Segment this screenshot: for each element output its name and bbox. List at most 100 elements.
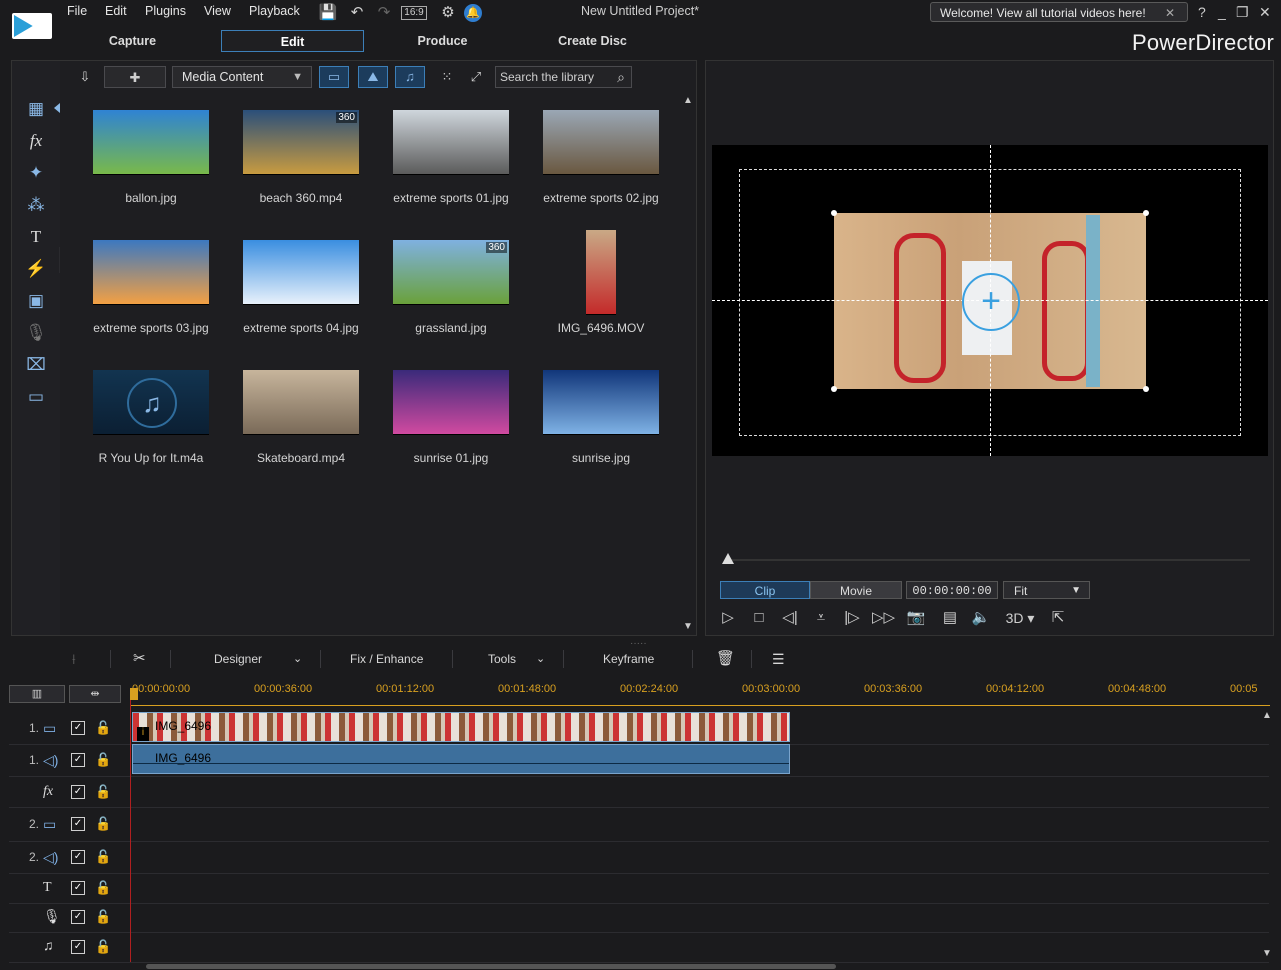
media-room-icon[interactable]: ▦ xyxy=(24,98,48,120)
chevron-down-icon[interactable]: ⌄ xyxy=(293,646,302,672)
welcome-text[interactable]: Welcome! View all tutorial videos here! xyxy=(940,6,1146,20)
snapshot-icon[interactable]: 📷 xyxy=(905,607,927,629)
minimize-icon[interactable]: _ xyxy=(1218,4,1226,20)
split-icon[interactable]: ⩡ xyxy=(810,607,832,629)
media-thumbnail[interactable] xyxy=(243,240,359,304)
edit-menu-icon[interactable]: ☰ xyxy=(772,646,785,672)
scroll-down-icon[interactable]: ▼ xyxy=(1262,948,1272,959)
volume-icon[interactable]: 🔈 xyxy=(970,607,992,629)
fx-room-icon[interactable]: fx xyxy=(24,130,48,152)
media-content-dropdown[interactable]: Media Content ▼ xyxy=(172,66,312,88)
voice-over-room-icon[interactable]: 🎙 xyxy=(24,322,48,344)
media-thumbnail[interactable] xyxy=(243,370,359,434)
media-item[interactable]: extreme sports 04.jpg xyxy=(221,240,371,350)
track-enable-checkbox[interactable]: ✓ xyxy=(71,910,85,924)
delete-icon[interactable]: 🗑 xyxy=(716,646,735,672)
timeline-track[interactable]: T ✓ 🔓 xyxy=(9,873,1269,904)
notification-icon[interactable]: 🔔 xyxy=(464,4,482,22)
timeline-track[interactable]: 🎙 ✓ 🔓 xyxy=(9,903,1269,933)
lock-icon[interactable]: 🔓 xyxy=(95,784,111,800)
media-item[interactable]: Skateboard.mp4 xyxy=(221,370,371,480)
lock-icon[interactable]: 🔓 xyxy=(95,880,111,896)
settings-icon[interactable]: ⚙ xyxy=(438,3,458,23)
timecode-display[interactable]: 00:00:00:00 xyxy=(906,581,998,599)
lock-icon[interactable]: 🔓 xyxy=(95,909,111,925)
media-thumbnail[interactable] xyxy=(93,110,209,174)
media-item[interactable]: extreme sports 01.jpg xyxy=(371,110,521,220)
resize-handle[interactable] xyxy=(1143,210,1149,216)
resize-handle[interactable] xyxy=(831,386,837,392)
designer-button[interactable]: Designer xyxy=(214,646,262,672)
filter-audio-icon[interactable]: ♫ xyxy=(395,66,425,88)
timeline-hscrollbar[interactable] xyxy=(0,962,1281,970)
menu-view[interactable]: View xyxy=(204,4,231,18)
undock-icon[interactable]: ⇱ xyxy=(1047,607,1069,629)
timeline-scrollbar[interactable]: ▲ ▼ xyxy=(1262,710,1272,962)
media-item[interactable]: ♫ R You Up for It.m4a xyxy=(71,370,221,480)
lock-icon[interactable]: 🔓 xyxy=(95,720,111,736)
subtitle-icon[interactable]: ▤ xyxy=(939,607,961,629)
zoom-fit-dropdown[interactable]: Fit ▼ xyxy=(1003,581,1090,599)
lock-icon[interactable]: 🔓 xyxy=(95,816,111,832)
fix-enhance-button[interactable]: Fix / Enhance xyxy=(350,646,423,672)
next-frame-icon[interactable]: |▷ xyxy=(841,607,863,629)
expand-icon[interactable]: ⤢ xyxy=(465,66,487,88)
lock-icon[interactable]: 🔓 xyxy=(95,849,111,865)
search-icon[interactable]: ⌕ xyxy=(617,67,625,87)
clip-mode-tab[interactable]: Clip xyxy=(720,581,810,599)
timeline-track[interactable]: fx ✓ 🔓 xyxy=(9,777,1269,808)
help-icon[interactable]: ? xyxy=(1198,4,1206,20)
timeline-ruler[interactable]: 00:00:00:00 00:00:36:00 00:01:12:00 00:01:4… xyxy=(130,683,1281,705)
redo-icon[interactable]: ↷ xyxy=(374,3,394,23)
play-icon[interactable]: ▷ xyxy=(717,607,739,629)
undo-icon[interactable]: ↶ xyxy=(347,3,367,23)
movie-mode-tab[interactable]: Movie xyxy=(810,581,902,599)
media-item[interactable]: sunrise.jpg xyxy=(521,370,671,480)
transition-room-icon[interactable]: ⚡ xyxy=(24,258,48,280)
timeline-track[interactable]: 2. ◁) ✓ 🔓 xyxy=(9,841,1269,874)
media-item[interactable]: 360 grassland.jpg xyxy=(371,240,521,350)
grid-view-icon[interactable]: ⁙ xyxy=(436,66,458,88)
scroll-up-icon[interactable]: ▲ xyxy=(1262,710,1272,721)
media-item[interactable]: extreme sports 02.jpg xyxy=(521,110,671,220)
particle-room-icon[interactable]: ⁂ xyxy=(24,194,48,216)
track-enable-checkbox[interactable]: ✓ xyxy=(71,753,85,767)
search-input[interactable]: Search the library ⌕ xyxy=(495,66,632,88)
aspect-ratio-button[interactable]: 16:9 xyxy=(401,6,427,20)
subtitle-room-icon[interactable]: ▭ xyxy=(24,386,48,408)
menu-edit[interactable]: Edit xyxy=(105,4,127,18)
lock-icon[interactable]: 🔓 xyxy=(95,939,111,955)
filter-image-icon[interactable]: ⛰ xyxy=(358,66,388,88)
tab-edit[interactable]: Edit xyxy=(221,30,364,52)
keyframe-button[interactable]: Keyframe xyxy=(603,646,654,672)
stop-icon[interactable]: □ xyxy=(748,607,770,629)
media-item[interactable]: sunrise 01.jpg xyxy=(371,370,521,480)
resize-handle[interactable] xyxy=(1143,386,1149,392)
tab-capture[interactable]: Capture xyxy=(60,30,205,52)
previous-frame-icon[interactable]: ◁| xyxy=(779,607,801,629)
pip-room-icon[interactable]: ✦ xyxy=(24,162,48,184)
track-manager-icon[interactable]: ▥ xyxy=(9,685,65,703)
media-thumbnail[interactable] xyxy=(93,240,209,304)
audio-mixing-room-icon[interactable]: ▣ xyxy=(24,290,48,312)
timeline-track[interactable]: 2. ▭ ✓ 🔓 xyxy=(9,807,1269,842)
3d-mode-button[interactable]: 3D ▾ xyxy=(1001,607,1039,629)
media-thumbnail[interactable] xyxy=(543,110,659,174)
playhead[interactable] xyxy=(130,690,131,962)
media-item[interactable]: ballon.jpg xyxy=(71,110,221,220)
menu-playback[interactable]: Playback xyxy=(249,4,300,18)
lock-icon[interactable]: 🔓 xyxy=(95,752,111,768)
chevron-down-icon[interactable]: ⌄ xyxy=(536,646,545,672)
track-enable-checkbox[interactable]: ✓ xyxy=(71,850,85,864)
preview-scrub-bar[interactable] xyxy=(726,559,1250,561)
media-thumbnail[interactable] xyxy=(393,110,509,174)
filter-video-icon[interactable]: ▭ xyxy=(319,66,349,88)
media-thumbnail[interactable]: 360 xyxy=(393,240,509,304)
media-thumbnail[interactable]: 360 xyxy=(243,110,359,174)
tools-button[interactable]: Tools xyxy=(488,646,516,672)
plugins-icon[interactable]: ✚ xyxy=(104,66,166,88)
media-item[interactable]: IMG_6496.MOV xyxy=(521,230,671,350)
fast-forward-icon[interactable]: ▷▷ xyxy=(872,607,895,629)
welcome-banner[interactable]: Welcome! View all tutorial videos here! … xyxy=(930,2,1188,22)
import-media-icon[interactable]: ⇩ xyxy=(72,66,98,88)
